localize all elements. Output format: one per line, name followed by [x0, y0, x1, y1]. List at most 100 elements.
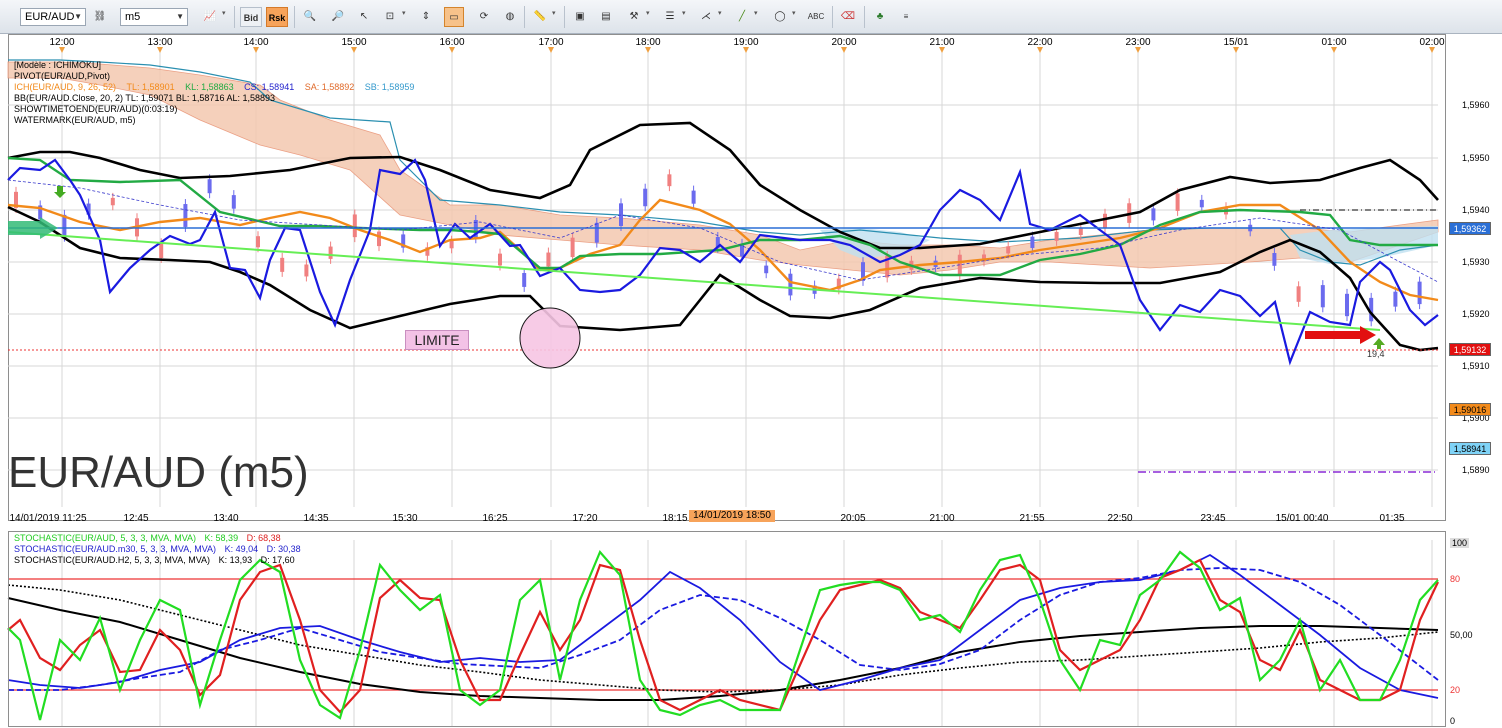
- ich-sb: SB: 1,58959: [364, 82, 415, 92]
- eraser-icon[interactable]: ⌫: [838, 7, 858, 27]
- price-tick: 1,5930: [1462, 257, 1490, 267]
- globe-icon[interactable]: ◍: [500, 7, 520, 27]
- bid-button[interactable]: Bid: [240, 7, 262, 27]
- time-tick: 15:30: [392, 513, 418, 524]
- chevron-down-icon[interactable]: ▾: [718, 9, 722, 17]
- watermark: EUR/AUD (m5): [8, 448, 309, 497]
- time-tick: 01:35: [1379, 513, 1405, 524]
- layout-icon[interactable]: ▤: [596, 7, 616, 27]
- toolbar-divider: [832, 6, 833, 28]
- time-tick: 22:50: [1107, 513, 1133, 524]
- objects-tree-icon[interactable]: ♣: [870, 7, 890, 27]
- arrow-value-label: 19,4: [1367, 349, 1385, 359]
- trendline-icon[interactable]: ╱: [732, 7, 752, 27]
- zoom-in-icon[interactable]: 🔍: [300, 7, 320, 27]
- price-tick: 1,5960: [1462, 100, 1490, 110]
- tools-icon[interactable]: ⚒: [624, 7, 644, 27]
- indicator-label: PIVOT(EUR/AUD,Pivot): [14, 71, 111, 81]
- timeframe-value: m5: [125, 11, 141, 23]
- ich-tl: TL: 1,58901: [126, 82, 175, 92]
- chevron-down-icon[interactable]: ▾: [222, 9, 226, 17]
- indicator-label: WATERMARK(EUR/AUD, m5): [14, 115, 136, 125]
- fit-icon[interactable]: ⇕: [416, 7, 436, 27]
- chevron-down-icon[interactable]: ▾: [402, 9, 406, 17]
- toolbar-divider: [524, 6, 525, 28]
- chevron-down-icon: ▼: [176, 12, 184, 21]
- indicator-label: BB(EUR/AUD.Close, 20, 2) TL: 1,59071 BL:…: [14, 93, 275, 103]
- price-tick: 1,5910: [1462, 361, 1490, 371]
- time-tick: 13:00: [147, 37, 173, 48]
- time-tick: 15:00: [341, 37, 367, 48]
- ruler-icon[interactable]: 📏: [530, 7, 550, 27]
- chevron-down-icon[interactable]: ▾: [792, 9, 796, 17]
- toolbar-menu-icon[interactable]: ≡: [896, 7, 916, 27]
- time-tick: 17:20: [572, 513, 598, 524]
- indicator-label: ICH(EUR/AUD, 9, 26, 52) TL: 1,58901 KL: …: [14, 82, 414, 92]
- time-tick: 12:00: [49, 37, 75, 48]
- time-tick: 21:00: [929, 513, 955, 524]
- price-tick: 1,5890: [1462, 465, 1490, 475]
- time-tick: 21:55: [1019, 513, 1045, 524]
- cursor-icon[interactable]: ↖: [354, 7, 374, 27]
- symbol-select[interactable]: EUR/AUD ▼: [20, 8, 86, 26]
- time-tick: 20:05: [840, 513, 866, 524]
- ich-sa: SA: 1,58892: [304, 82, 355, 92]
- time-tick: 20:00: [831, 37, 857, 48]
- text-tool-icon[interactable]: ABC: [806, 7, 826, 27]
- ich-label: ICH(EUR/AUD, 9, 26, 52): [14, 82, 117, 92]
- limite-annotation[interactable]: LIMITE: [405, 330, 469, 350]
- time-tick: 02:00: [1419, 37, 1445, 48]
- stoch-level-label: 80: [1450, 574, 1461, 584]
- time-tick: 18:00: [635, 37, 661, 48]
- stoch-label: STOCHASTIC(EUR/AUD, 5, 3, 3, MVA, MVA): [14, 533, 197, 543]
- stoch-legend: STOCHASTIC(EUR/AUD, 5, 3, 3, MVA, MVA) K…: [14, 533, 281, 543]
- chevron-down-icon[interactable]: ▾: [754, 9, 758, 17]
- time-tick: 18:15: [662, 513, 688, 524]
- time-tick: 13:40: [213, 513, 239, 524]
- timeframe-select[interactable]: m5 ▼: [120, 8, 188, 26]
- price-tick: 1,5940: [1462, 205, 1490, 215]
- chevron-down-icon[interactable]: ▾: [682, 9, 686, 17]
- fan-icon[interactable]: ⋌: [696, 7, 716, 27]
- stoch-d: D: 17,60: [260, 555, 295, 565]
- stoch-label: STOCHASTIC(EUR/AUD.m30, 5, 3, 3, MVA, MV…: [14, 544, 217, 554]
- time-tick: 17:00: [538, 37, 564, 48]
- stoch-k: K: 13,93: [218, 555, 253, 565]
- ellipse-icon[interactable]: ◯: [770, 7, 790, 27]
- refresh-icon[interactable]: ⟳: [474, 7, 494, 27]
- stoch-level-label: 0: [1450, 716, 1456, 726]
- indicator-label: [Modèle : ICHIMOKU]: [14, 60, 102, 70]
- current-price-tag: 1,59362: [1449, 222, 1491, 235]
- time-tick: 01:00: [1321, 37, 1347, 48]
- image-icon[interactable]: ▣: [570, 7, 590, 27]
- limit-price-tag: 1,59132: [1449, 343, 1491, 356]
- toolbar-divider: [864, 6, 865, 28]
- stoch-level-label: 100: [1450, 538, 1470, 548]
- stoch-label: STOCHASTIC(EUR/AUD.H2, 5, 3, 3, MVA, MVA…: [14, 555, 211, 565]
- lines-icon[interactable]: ☰: [660, 7, 680, 27]
- chevron-down-icon[interactable]: ▾: [552, 9, 556, 17]
- comment-icon[interactable]: ▭: [444, 7, 464, 27]
- ask-button[interactable]: Rsk: [266, 7, 288, 27]
- time-tick: 16:25: [482, 513, 508, 524]
- chevron-down-icon[interactable]: ▾: [646, 9, 650, 17]
- time-tick: 14:00: [243, 37, 269, 48]
- link-icon[interactable]: ⛓: [90, 7, 110, 27]
- stoch-d: D: 30,38: [266, 544, 301, 554]
- time-tick: 16:00: [439, 37, 465, 48]
- zoom-area-icon[interactable]: ⊡: [380, 7, 400, 27]
- stoch-k: K: 58,39: [204, 533, 239, 543]
- time-tick: 14/01/2019 11:25: [9, 513, 87, 524]
- stoch-legend: STOCHASTIC(EUR/AUD.H2, 5, 3, 3, MVA, MVA…: [14, 555, 295, 565]
- chikou-price-tag: 1,58941: [1449, 442, 1491, 455]
- time-tick: 22:00: [1027, 37, 1053, 48]
- time-tick: 15/01: [1223, 37, 1249, 48]
- zoom-out-icon[interactable]: 🔎: [328, 7, 348, 27]
- chevron-down-icon: ▼: [74, 12, 82, 21]
- stoch-level-label: 20: [1450, 685, 1461, 695]
- time-tick: 12:45: [123, 513, 149, 524]
- time-tick: 21:00: [929, 37, 955, 48]
- toolbar-divider: [294, 6, 295, 28]
- chart-type-icon[interactable]: 📈: [200, 7, 220, 27]
- price-tick: 1,5920: [1462, 309, 1490, 319]
